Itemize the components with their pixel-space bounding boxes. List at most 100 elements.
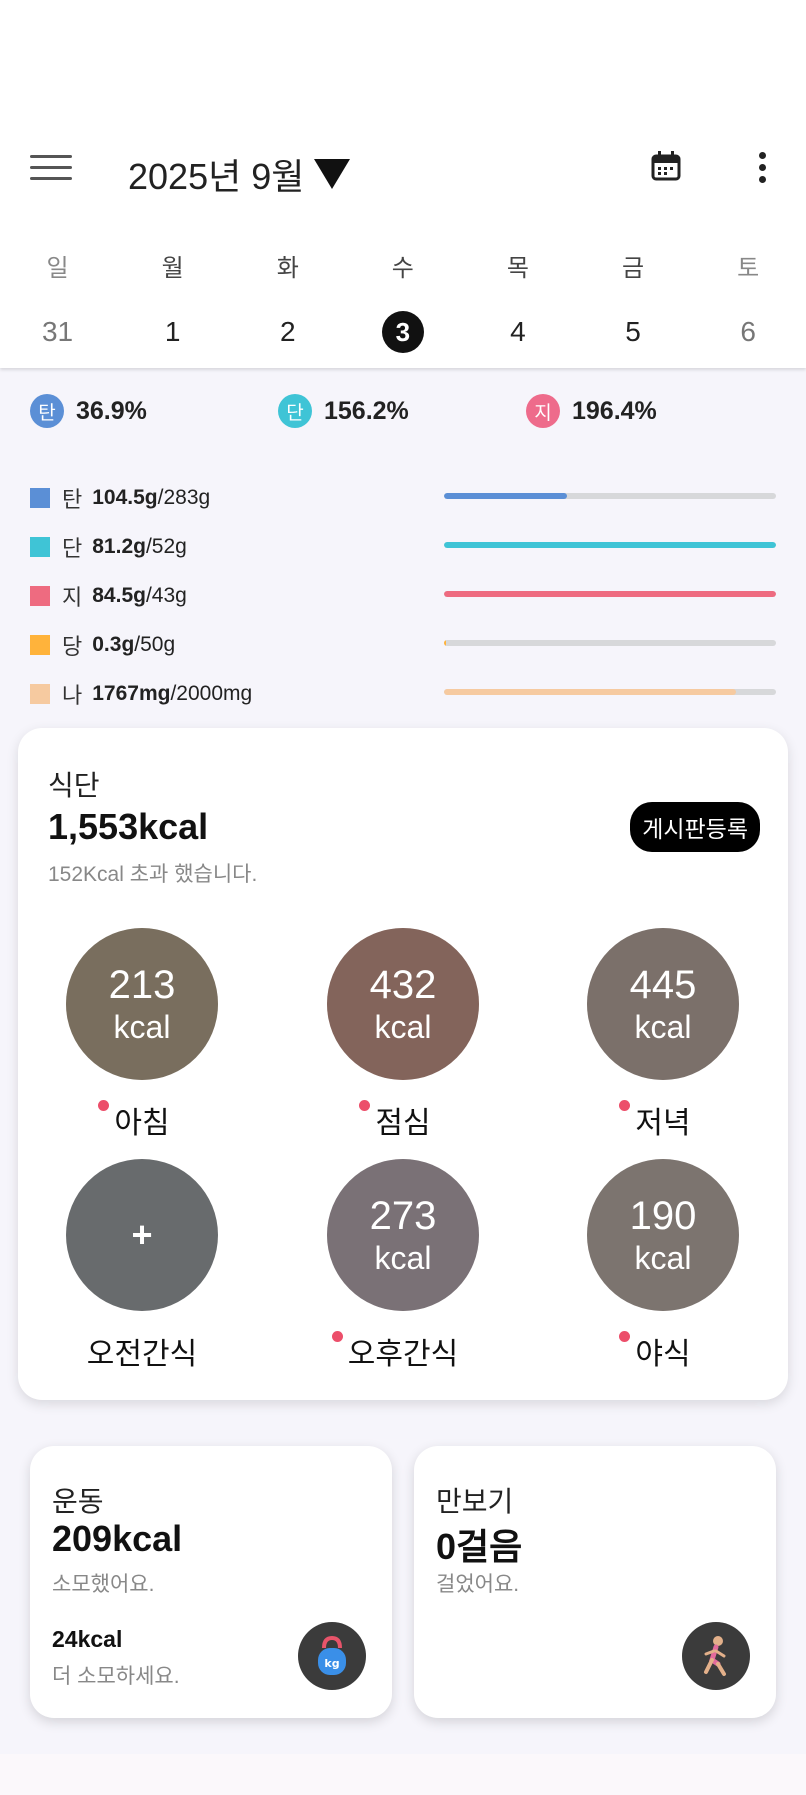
exercise-title: 운동: [52, 1486, 104, 1517]
nutrient-row: 나 1767mg/2000mg: [30, 669, 776, 718]
meal-kcal-unit: kcal: [634, 1240, 692, 1276]
week-strip: 일 31 월1 화2 수3 목4 금5 토6: [0, 248, 806, 354]
meal-name: 야식: [619, 1329, 691, 1373]
meal-name: 오전간식: [86, 1338, 198, 1371]
carb-badge: 탄: [30, 394, 64, 428]
weekday-label: 일: [46, 255, 69, 282]
svg-text:kg: kg: [324, 1657, 339, 1670]
nutrient-name: 지: [62, 584, 83, 610]
nutrient-value: 0.3g/50g: [92, 632, 176, 656]
exercise-remaining-sub: 더 소모하세요.: [52, 1665, 180, 1688]
exercise-sub: 소모했어요.: [52, 1573, 155, 1596]
exercise-kcal: 209kcal: [52, 1518, 183, 1559]
day-number: 5: [625, 316, 641, 347]
exercise-card[interactable]: 운동 209kcal 소모했어요. 24kcal 더 소모하세요. kg: [30, 1446, 392, 1718]
recorded-dot: [359, 1100, 371, 1111]
meal-photo[interactable]: 273 kcal: [327, 1159, 479, 1311]
weekday-label: 화: [276, 255, 299, 282]
meal-photo[interactable]: 445 kcal: [587, 928, 739, 1080]
pedometer-steps: 0걸음: [436, 1526, 523, 1567]
meal-kcal-unit: kcal: [374, 1240, 432, 1276]
carb-ratio: 탄 36.9%: [30, 394, 147, 428]
day-wed[interactable]: 수3: [345, 248, 460, 354]
nutrient-value: 81.2g/52g: [92, 534, 187, 558]
meal-photo[interactable]: 190 kcal: [587, 1159, 739, 1311]
day-sat[interactable]: 토6: [691, 248, 806, 354]
day-mon[interactable]: 월1: [115, 248, 230, 354]
calendar-icon[interactable]: [650, 150, 682, 182]
day-thu[interactable]: 목4: [460, 248, 575, 354]
carb-percent: 36.9%: [76, 396, 147, 425]
running-person-icon[interactable]: [682, 1622, 750, 1690]
meal-kcal: 213: [108, 963, 176, 1007]
meal-breakfast[interactable]: 213 kcal 아침: [42, 928, 242, 1142]
plus-icon: +: [131, 1214, 153, 1255]
meal-kcal-unit: kcal: [374, 1009, 432, 1045]
add-meal-button[interactable]: +: [66, 1159, 218, 1311]
nutrient-name: 당: [62, 633, 83, 659]
weekday-label: 수: [391, 255, 414, 282]
legend-swatch: [30, 585, 50, 606]
protein-badge: 단: [278, 394, 312, 428]
top-bar: 2025년 9월 일 31 월1 화2 수3 목4 금5 토6: [0, 0, 806, 368]
meal-photo[interactable]: 213 kcal: [66, 928, 218, 1080]
progress-bar: [444, 542, 776, 548]
day-tue[interactable]: 화2: [230, 248, 345, 354]
meal-late-night[interactable]: 190 kcal 야식: [563, 1159, 763, 1373]
month-selector[interactable]: 2025년 9월: [128, 148, 351, 200]
board-register-button[interactable]: 게시판등록: [630, 802, 760, 852]
hamburger-menu-icon[interactable]: [30, 155, 72, 185]
day-number: 2: [279, 316, 296, 347]
day-number: 1: [164, 316, 181, 347]
weekday-label: 월: [161, 255, 184, 282]
meal-afternoon-snack[interactable]: 273 kcal 오후간식: [303, 1159, 503, 1373]
nutrient-list: 탄 104.5g/283g 단 81.2g/52g 지 84.5g/43g 당 …: [30, 473, 776, 718]
nutrient-name: 탄: [62, 486, 83, 512]
legend-swatch: [30, 487, 50, 508]
nutrient-name: 나: [62, 682, 83, 708]
macro-ratios: 탄 36.9% 단 156.2% 지 196.4%: [30, 394, 790, 434]
nutrient-row: 당 0.3g/50g: [30, 620, 776, 669]
pedometer-card[interactable]: 만보기 0걸음 걸었어요.: [414, 1446, 776, 1718]
meal-lunch[interactable]: 432 kcal 점심: [303, 928, 503, 1142]
bottom-strip: [0, 1754, 806, 1795]
nutrient-row: 지 84.5g/43g: [30, 571, 776, 620]
legend-swatch: [30, 536, 50, 557]
fat-badge: 지: [526, 394, 560, 428]
diet-label: 식단: [48, 770, 100, 801]
meal-kcal: 445: [629, 963, 697, 1007]
recorded-dot: [98, 1100, 110, 1111]
day-fri[interactable]: 금5: [575, 248, 690, 354]
recorded-dot: [619, 1100, 631, 1111]
day-number: 31: [41, 316, 74, 347]
diet-total-kcal: 1,553kcal: [48, 806, 209, 847]
weekday-label: 토: [737, 255, 760, 282]
progress-bar: [444, 493, 776, 499]
pedometer-sub: 걸었어요.: [436, 1573, 520, 1596]
weekday-label: 목: [506, 255, 529, 282]
nutrient-value: 1767mg/2000mg: [92, 681, 253, 705]
meal-name: 아침: [98, 1098, 170, 1142]
progress-bar: [444, 689, 776, 695]
meal-name: 오후간식: [331, 1329, 458, 1373]
meal-photo[interactable]: 432 kcal: [327, 928, 479, 1080]
day-number: 4: [510, 316, 526, 347]
nutrient-name: 단: [62, 535, 83, 561]
fat-ratio: 지 196.4%: [526, 394, 657, 428]
fat-percent: 196.4%: [572, 396, 657, 425]
nutrient-value: 104.5g/283g: [92, 485, 211, 509]
meal-kcal-unit: kcal: [634, 1009, 692, 1045]
nutrient-value: 84.5g/43g: [92, 583, 187, 607]
diet-card: 식단 1,553kcal 152Kcal 초과 했습니다. 게시판등록 213 …: [18, 728, 788, 1400]
selected-day-number: 3: [345, 310, 460, 354]
day-sun[interactable]: 일 31: [0, 248, 115, 354]
pedometer-title: 만보기: [436, 1486, 514, 1517]
more-vertical-icon[interactable]: [756, 152, 768, 184]
month-label: 2025년 9월: [128, 156, 305, 197]
meal-dinner[interactable]: 445 kcal 저녁: [563, 928, 763, 1142]
nutrient-row: 단 81.2g/52g: [30, 522, 776, 571]
kettlebell-icon[interactable]: kg: [298, 1622, 366, 1690]
exercise-remaining: 24kcal: [52, 1626, 123, 1652]
meal-name: 저녁: [619, 1098, 691, 1142]
meal-morning-snack[interactable]: + 오전간식: [42, 1159, 242, 1373]
